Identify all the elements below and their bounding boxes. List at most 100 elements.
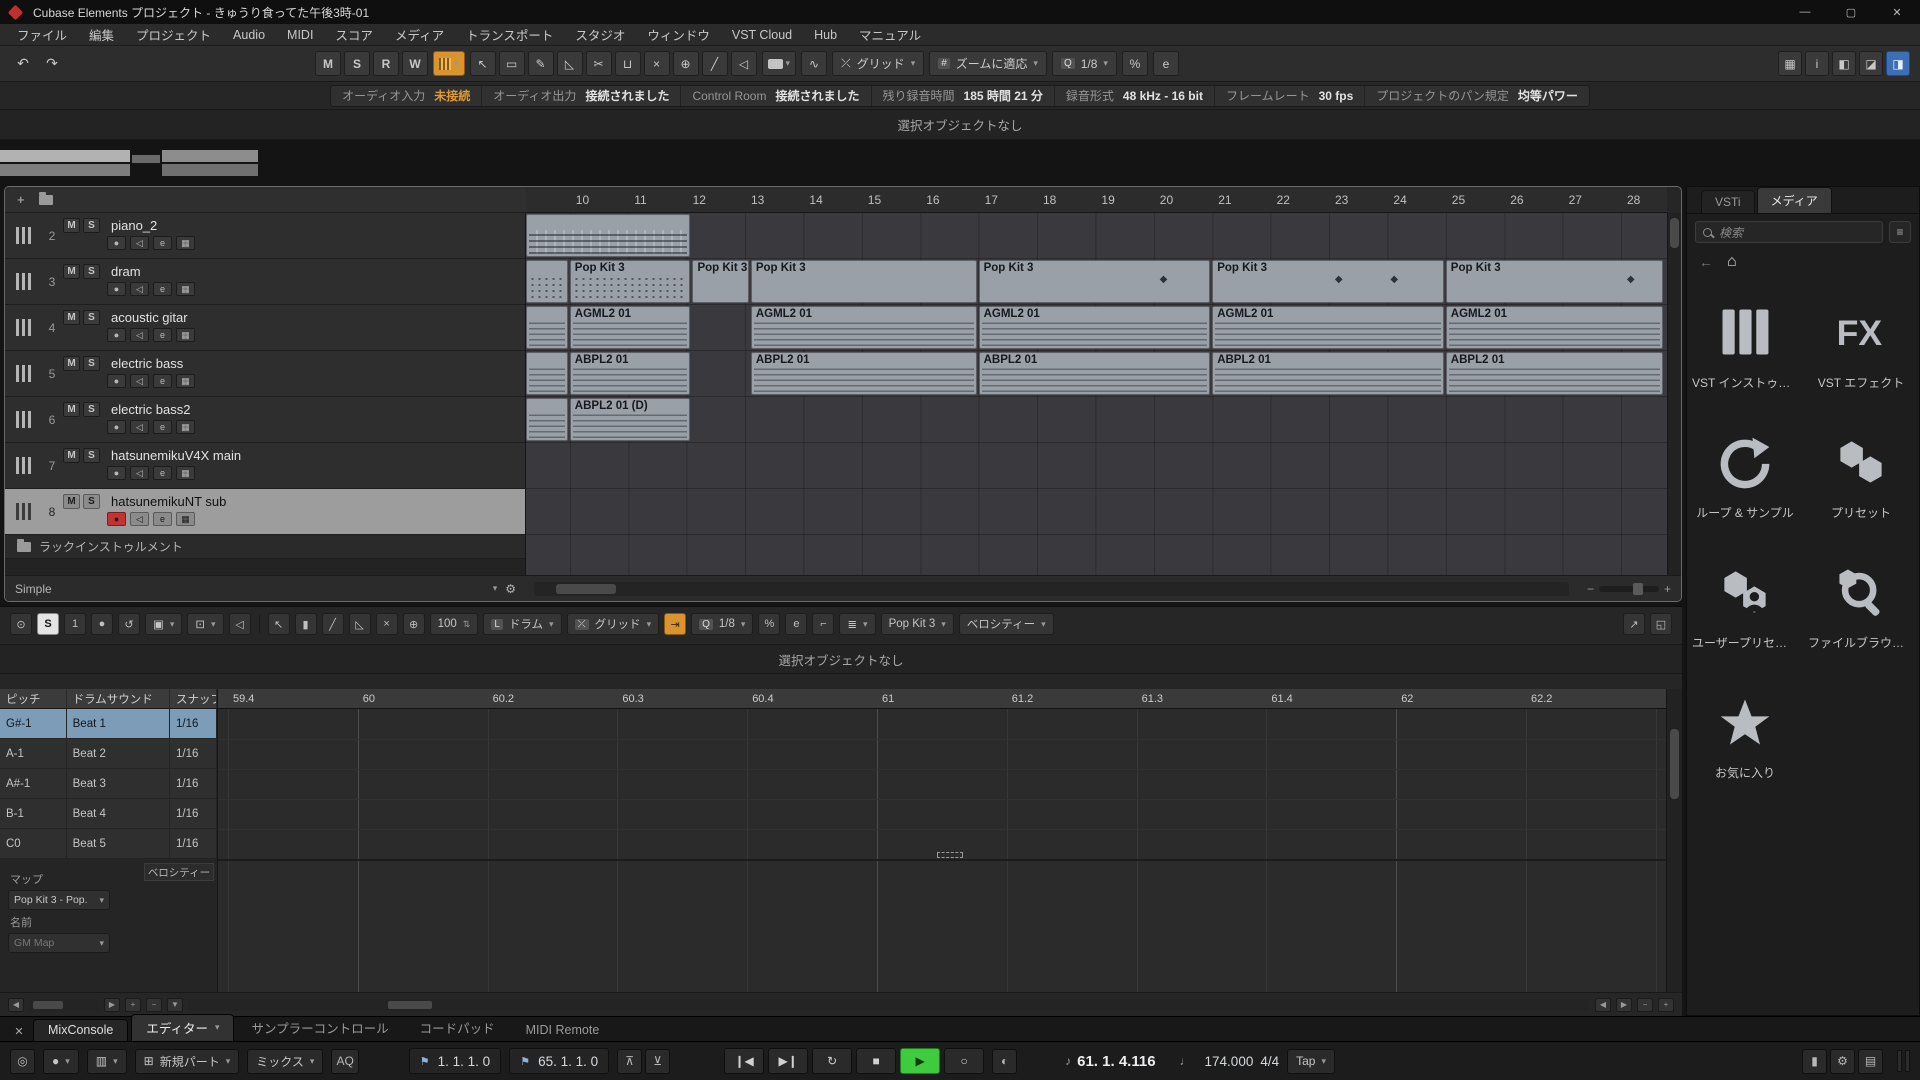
solo-button[interactable]: S <box>83 494 100 509</box>
record-enable-button[interactable]: ● <box>107 282 126 296</box>
drum-sound-row[interactable]: A#-1Beat 31/16 <box>0 769 217 799</box>
mute-button[interactable]: M <box>63 310 80 325</box>
menu-item[interactable]: マニュアル <box>848 23 932 46</box>
track-row[interactable]: 6MSelectric bass2●◁e▦ <box>5 397 525 443</box>
controller-lane-label[interactable]: ベロシティー <box>144 863 214 881</box>
onscreen-keyboard-icon[interactable]: ▤ <box>1858 1049 1883 1074</box>
solo-button[interactable]: S <box>83 264 100 279</box>
instrument-icon[interactable]: ▦ <box>176 236 195 250</box>
show-note-length-button[interactable]: ⌐ <box>812 613 834 635</box>
instrument-icon[interactable]: ▦ <box>176 420 195 434</box>
instrument-icon[interactable]: ▦ <box>176 328 195 342</box>
range-selection-tool[interactable]: ▭ <box>499 51 525 76</box>
undo-button[interactable]: ↶ <box>10 51 36 76</box>
track-settings-gear-icon[interactable]: ⚙ <box>505 582 516 596</box>
event-display[interactable]: Pop Kit 3Pop Kit 3Pop Kit 3Pop Kit 3Pop … <box>526 213 1667 575</box>
media-tile[interactable]: プリセット <box>1803 435 1919 521</box>
track-preset-selector[interactable]: Simple ▾ ⚙ <box>5 582 526 596</box>
edit-channel-button[interactable]: e <box>153 328 172 342</box>
media-rack-tab[interactable]: VSTi <box>1701 190 1755 213</box>
solo-button[interactable]: S <box>83 356 100 371</box>
record-enable-button[interactable]: ● <box>107 466 126 480</box>
erase-tool[interactable]: ◺ <box>349 613 371 635</box>
left-locator-display[interactable]: ⚑ 1. 1. 1. 0 <box>409 1048 501 1074</box>
scroll-right-icon[interactable]: ▶ <box>104 998 120 1012</box>
zoom-in-icon[interactable]: + <box>125 998 141 1012</box>
zoom-out-icon[interactable]: − <box>1637 998 1653 1012</box>
time-signature-display[interactable]: 4/4 <box>1260 1054 1279 1069</box>
menu-item[interactable]: 編集 <box>78 23 125 46</box>
solo-editor-button[interactable]: S <box>37 613 59 635</box>
iterative-quantize-button[interactable]: e <box>1153 51 1179 76</box>
edit-channel-button[interactable]: e <box>153 236 172 250</box>
bottom-tab[interactable]: コードパッド <box>406 1015 509 1041</box>
mute-tool[interactable]: × <box>376 613 398 635</box>
instrument-icon[interactable]: ▦ <box>176 466 195 480</box>
drum-note-display[interactable]: 59.46060.260.360.46161.261.361.46262.2 <box>218 689 1666 992</box>
midi-cycle-record-mode-menu[interactable]: ミックス▾ <box>247 1049 323 1074</box>
drum-map-name-select[interactable]: GM Map▾ <box>8 933 110 953</box>
media-tile[interactable]: FXVST エフェクト <box>1803 305 1919 391</box>
zoom-tool[interactable]: ⊕ <box>673 51 699 76</box>
menu-item[interactable]: スタジオ <box>564 23 636 46</box>
project-position-display[interactable]: 61. 1. 4.116 <box>1077 1053 1155 1070</box>
automation-s-button[interactable]: S <box>344 51 370 76</box>
editor-vertical-scrollbar[interactable] <box>1666 689 1682 992</box>
track-row[interactable]: 3MSdram●◁e▦ <box>5 259 525 305</box>
forward-button[interactable]: ▶❙ <box>768 1048 808 1074</box>
erase-tool[interactable]: ◺ <box>557 51 583 76</box>
drum-sound-row[interactable]: C0Beat 51/16 <box>0 829 217 859</box>
scrollbar-thumb[interactable] <box>388 1001 432 1009</box>
zoom-preset-menu[interactable]: #ズームに適応▾ <box>929 51 1047 76</box>
drumstick-tool[interactable]: ▮ <box>295 613 317 635</box>
event-colors-menu[interactable]: ≣▾ <box>839 613 875 635</box>
mute-button[interactable]: M <box>63 402 80 417</box>
play-button[interactable]: ▶ <box>900 1048 940 1074</box>
track-row[interactable]: 7MShatsunemikuV4X main●◁e▦ <box>5 443 525 489</box>
left-zone-toggle-icon[interactable]: ◧ <box>1832 51 1856 76</box>
mute-button[interactable]: M <box>63 356 80 371</box>
track-visibility-icon[interactable] <box>39 195 53 205</box>
project-overview-strip[interactable] <box>0 150 300 178</box>
zoom-out-icon[interactable]: − <box>146 998 162 1012</box>
mute-button[interactable]: M <box>63 264 80 279</box>
object-selection-tool[interactable]: ↖ <box>268 613 290 635</box>
solo-button[interactable]: S <box>83 448 100 463</box>
instrument-icon[interactable]: ▦ <box>176 282 195 296</box>
media-back-button[interactable]: ← <box>1699 254 1713 270</box>
bottom-tab[interactable]: サンプラーコントロール <box>237 1015 402 1041</box>
midi-record-mode-menu[interactable]: ⊞新規パート▾ <box>135 1049 240 1074</box>
event-clip[interactable]: AGML2 01 <box>1212 306 1444 349</box>
drum-sound-row[interactable]: G#-1Beat 11/16 <box>0 709 217 739</box>
info-line-toggle-icon[interactable]: i <box>1805 51 1829 76</box>
settings-gear-icon[interactable]: ⚙ <box>1830 1049 1855 1074</box>
event-clip[interactable]: ABPL2 01 <box>1212 352 1444 395</box>
length-quantize-spinner[interactable]: 100⇅ <box>430 613 479 635</box>
split-tool[interactable]: ✂ <box>586 51 612 76</box>
solo-button[interactable]: S <box>83 218 100 233</box>
instrument-icon[interactable]: ▦ <box>176 374 195 388</box>
project-ruler[interactable]: 10111213141516171819202122232425262728 <box>526 187 1667 213</box>
tempo-display[interactable]: 174.000 <box>1205 1054 1254 1069</box>
record-enable-button[interactable]: ● <box>107 328 126 342</box>
add-track-button[interactable]: + <box>17 192 25 207</box>
event-clip[interactable]: Pop Kit 3 <box>692 260 748 303</box>
automation-follows-events-button[interactable]: ∿ <box>801 51 827 76</box>
bottom-tab[interactable]: MixConsole <box>33 1019 128 1041</box>
bottom-tab[interactable]: MIDI Remote <box>512 1020 614 1041</box>
editor-scroll-track[interactable] <box>188 999 1590 1011</box>
zoom-in-icon[interactable]: + <box>1664 582 1671 596</box>
glue-tool[interactable]: ⊔ <box>615 51 641 76</box>
monitor-button[interactable]: ◁ <box>130 236 149 250</box>
redo-button[interactable]: ↷ <box>39 51 65 76</box>
close-lower-zone-button[interactable]: ✕ <box>8 1021 30 1041</box>
punch-in-icon[interactable]: ⊼ <box>617 1049 642 1074</box>
menu-item[interactable]: ウィンドウ <box>636 23 721 46</box>
open-in-window-button[interactable]: ↗ <box>1623 613 1645 635</box>
click-button[interactable]: ◐ <box>992 1049 1017 1074</box>
editor-ruler[interactable]: 59.46060.260.360.46161.261.361.46262.2 <box>218 689 1666 709</box>
mute-button[interactable]: M <box>63 448 80 463</box>
solo-button[interactable]: S <box>83 310 100 325</box>
event-clip[interactable]: ABPL2 01 <box>979 352 1211 395</box>
tap-tempo-button[interactable]: Tap▾ <box>1287 1049 1335 1074</box>
